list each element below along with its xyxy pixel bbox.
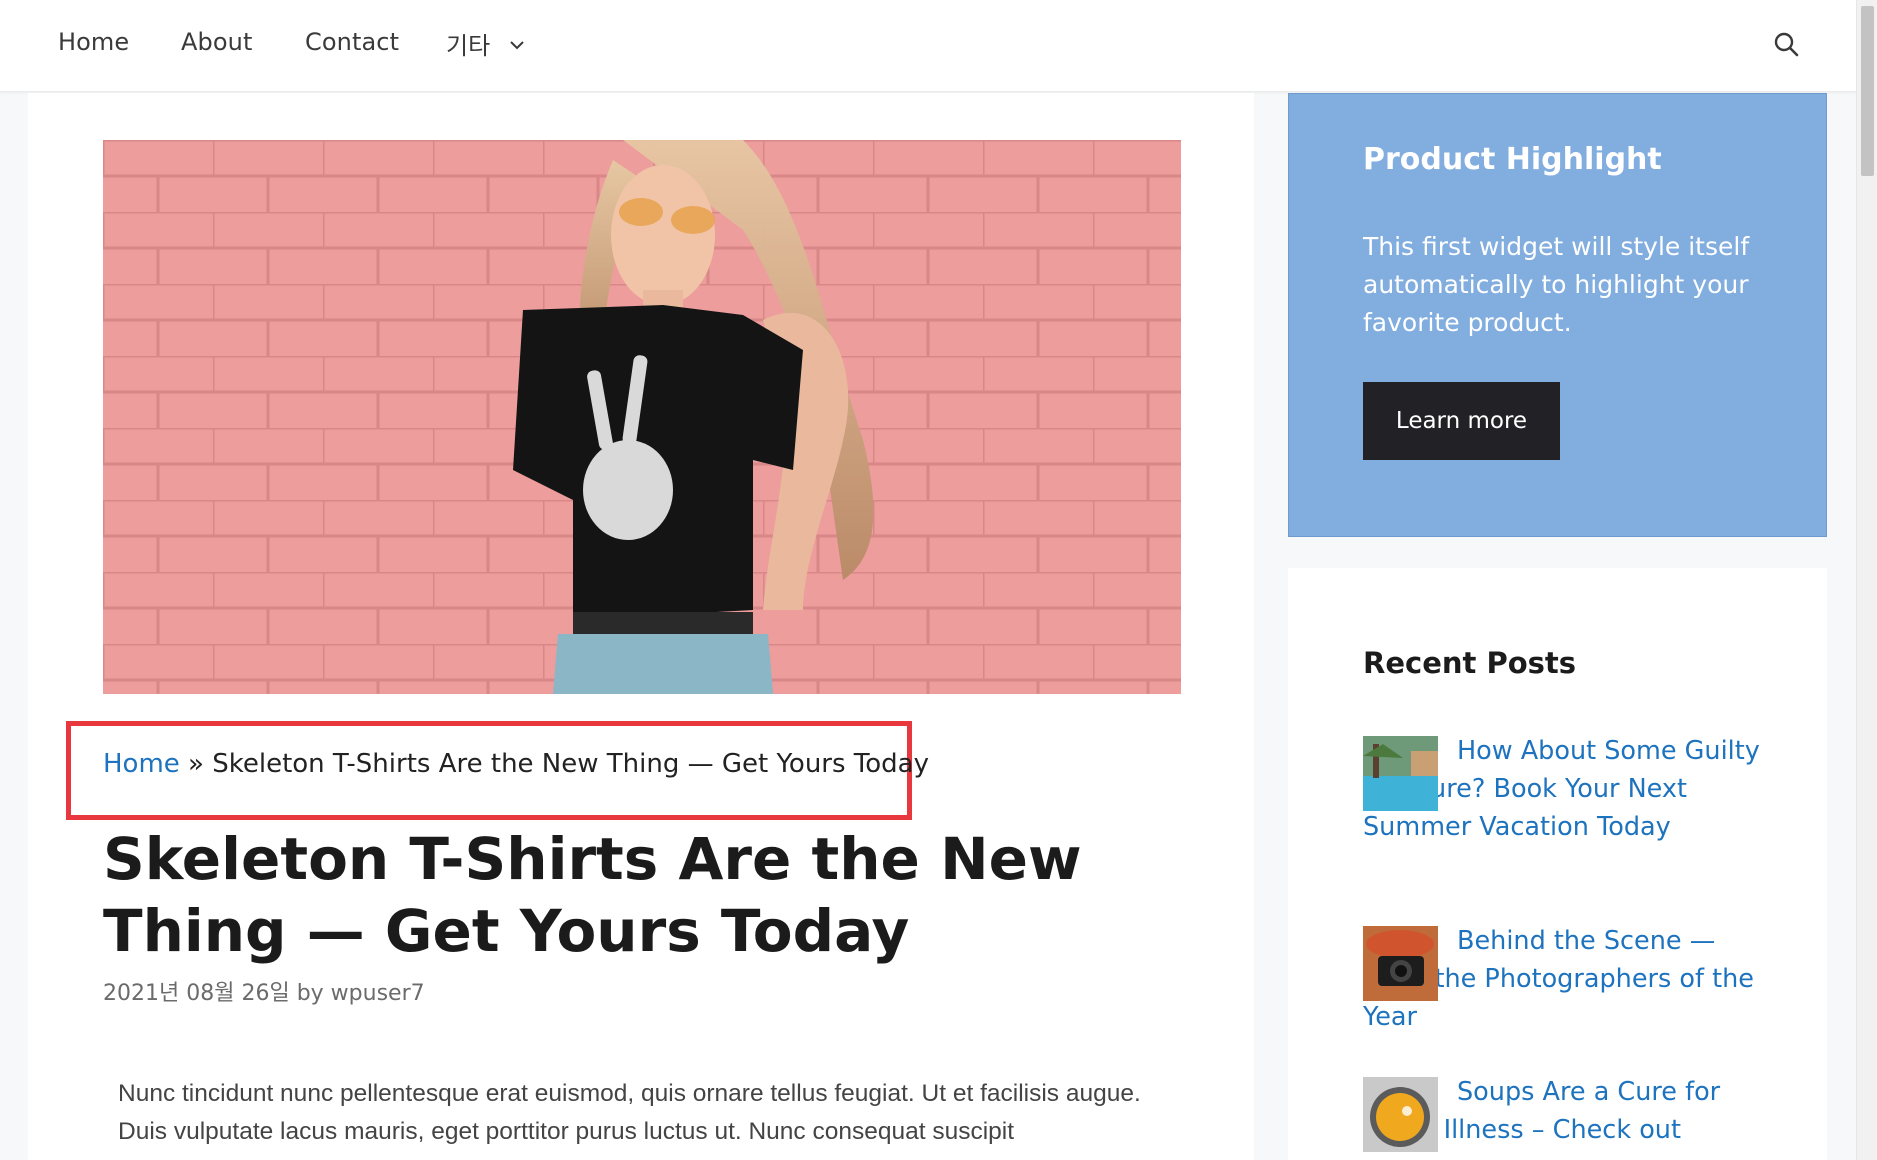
recent-posts-title: Recent Posts: [1363, 646, 1577, 680]
top-navigation: Home About Contact 기타: [0, 0, 1856, 92]
post-author-link[interactable]: wpuser7: [331, 981, 425, 1006]
widget-text: This first widget will style itself auto…: [1363, 232, 1750, 337]
nav-more-menu[interactable]: 기타: [446, 26, 490, 61]
article-excerpt: Nunc tincidunt nunc pellentesque erat eu…: [118, 1080, 1141, 1145]
nav-about-link[interactable]: About: [181, 28, 252, 56]
widget-title: Product Highlight: [1363, 142, 1662, 177]
article-card: Home » Skeleton T-Shirts Are the New Thi…: [28, 93, 1254, 1160]
scrollbar-thumb[interactable]: [1861, 6, 1874, 176]
page-title: Skeleton T-Shirts Are the New Thing — Ge…: [103, 825, 1082, 965]
product-highlight-widget: Product Highlight This first widget will…: [1288, 93, 1827, 537]
nav-contact-link[interactable]: Contact: [305, 28, 399, 56]
breadcrumb-separator: »: [188, 749, 204, 779]
breadcrumb: Home » Skeleton T-Shirts Are the New Thi…: [103, 749, 929, 779]
post-thumbnail[interactable]: [1363, 736, 1438, 811]
breadcrumb-home-link[interactable]: Home: [103, 749, 180, 779]
recent-posts-widget: Recent Posts How About Some Guilty Pleas…: [1288, 568, 1827, 1160]
learn-more-button[interactable]: Learn more: [1363, 382, 1560, 460]
post-date: 2021년 08월 26일: [103, 981, 290, 1006]
search-icon[interactable]: [1772, 30, 1800, 58]
breadcrumb-current: Skeleton T-Shirts Are the New Thing — Ge…: [212, 749, 929, 779]
featured-image: [103, 140, 1181, 694]
recent-post-item: Behind the Scene — Meet the Photographer…: [1363, 922, 1763, 1036]
nav-home-link[interactable]: Home: [58, 28, 129, 56]
post-thumbnail[interactable]: [1363, 1077, 1438, 1152]
recent-post-item: How About Some Guilty Pleasure? Book You…: [1363, 732, 1763, 846]
post-meta: 2021년 08월 26일 by wpuser7: [103, 975, 425, 1007]
chevron-down-icon[interactable]: [505, 33, 529, 57]
post-byline: by: [296, 981, 324, 1006]
recent-post-item: Soups Are a Cure for Every Illness – Che…: [1363, 1073, 1763, 1152]
page-scrollbar[interactable]: [1856, 0, 1877, 1160]
featured-image-illustration: [103, 140, 1181, 694]
post-thumbnail[interactable]: [1363, 926, 1438, 1001]
